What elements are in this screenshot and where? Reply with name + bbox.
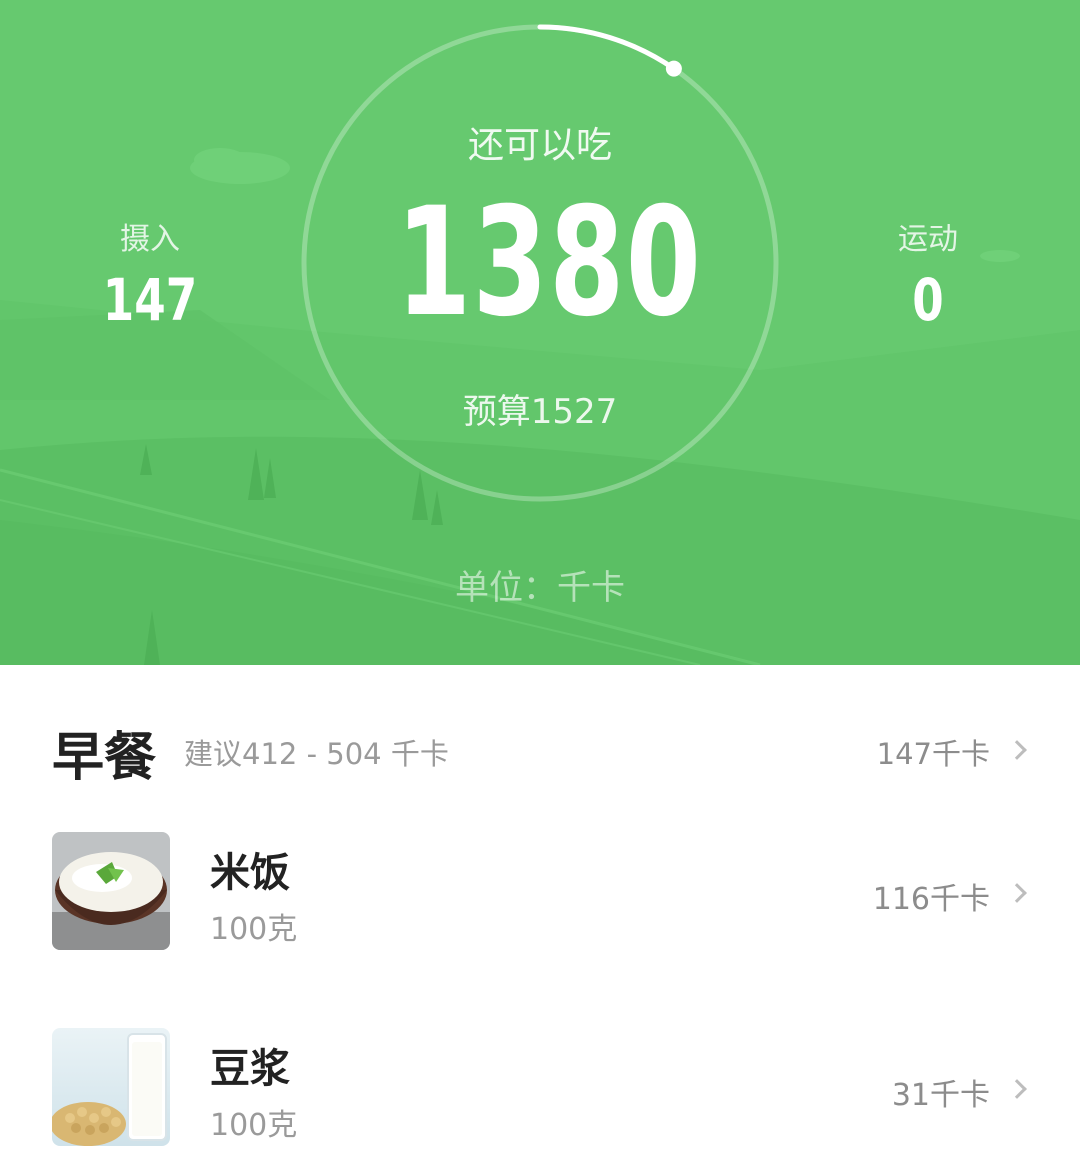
- unit-text: 单位：千卡: [455, 568, 625, 608]
- remaining-calories: 1380: [396, 176, 703, 350]
- food-calories: 116千卡: [872, 882, 990, 917]
- food-calories: 31千卡: [891, 1078, 990, 1113]
- exercise-value: 0: [912, 266, 944, 334]
- meal-total-calories: 147千卡: [876, 737, 990, 771]
- food-amount: 100克: [210, 912, 298, 947]
- intake-value: 147: [102, 266, 198, 334]
- chevron-right-icon: [1007, 740, 1027, 760]
- remaining-label: 还可以吃: [467, 125, 612, 166]
- rice-bowl-photo: [52, 832, 170, 950]
- soy-milk-photo: [52, 1028, 170, 1146]
- food-name: 豆浆: [210, 1046, 290, 1092]
- meal-title: 早餐: [52, 728, 157, 788]
- food-item-soy-milk[interactable]: 豆浆 100克 31千卡: [0, 1028, 1080, 1148]
- budget-text: 预算1527: [462, 392, 618, 432]
- food-item-rice[interactable]: 米饭 100克 116千卡: [0, 832, 1080, 952]
- meal-section: 早餐 建议412 - 504 千卡 147千卡 米饭 100克 116千卡 豆浆…: [0, 665, 1080, 1162]
- intake-label: 摄入: [120, 222, 180, 257]
- breakfast-header[interactable]: 早餐 建议412 - 504 千卡 147千卡: [0, 715, 1080, 788]
- chevron-right-icon: [1007, 883, 1027, 903]
- chevron-right-icon: [1007, 1079, 1027, 1099]
- food-amount: 100克: [210, 1108, 298, 1143]
- meal-suggestion: 建议412 - 504 千卡: [184, 737, 449, 771]
- food-name: 米饭: [210, 850, 290, 896]
- exercise-label: 运动: [898, 222, 958, 257]
- calorie-summary-panel: 摄入 147 还可以吃 1380 预算1527 运动 0 单位：千卡: [0, 0, 1080, 665]
